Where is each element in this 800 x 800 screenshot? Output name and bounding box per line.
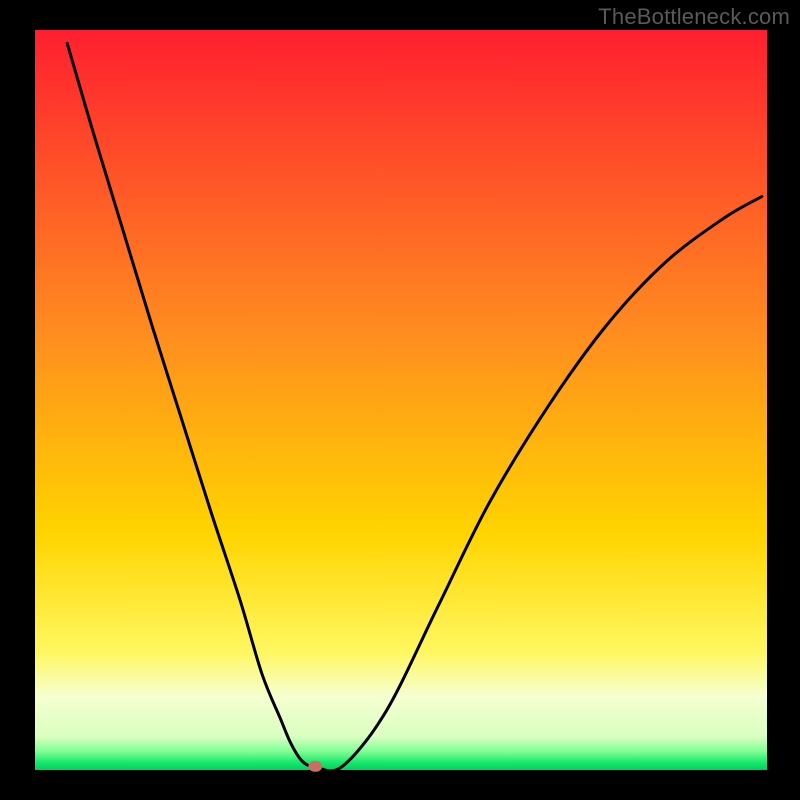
chart-root: TheBottleneck.com	[0, 0, 800, 800]
bottleneck-chart	[0, 0, 800, 800]
min-marker	[308, 761, 322, 772]
plot-background	[35, 30, 767, 770]
